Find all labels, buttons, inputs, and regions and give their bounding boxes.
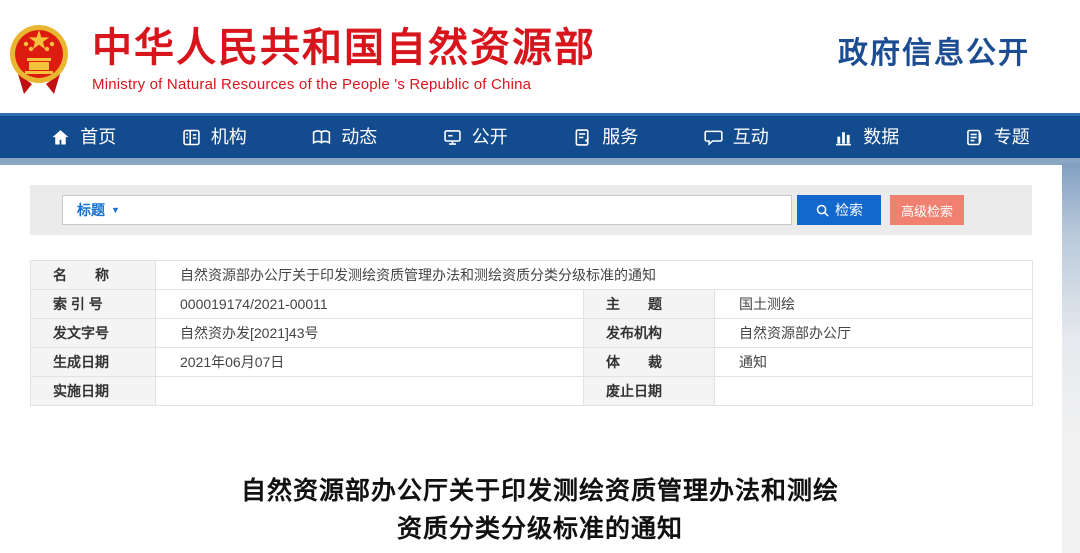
nav-item-label: 数据 [863,127,900,147]
meta-label-name: 名 称 [30,260,156,290]
nav-bottom-strip [0,158,1080,165]
nav-item-news[interactable]: 动态 [311,127,377,148]
page-section-title: 政府信息公开 [838,36,1030,70]
search-field-selector-label: 标题 [77,202,105,218]
meta-value-doc-number: 自然资办发[2021]43号 [155,318,584,348]
nav-item-topics[interactable]: 专题 [964,127,1030,148]
interaction-chat-icon [704,130,723,146]
meta-value-repeal-date [714,376,1033,406]
advanced-search-button[interactable]: 高级检索 [890,195,964,225]
table-row: 名 称 自然资源部办公厅关于印发测绘资质管理办法和测绘资质分类分级标准的通知 [30,260,1033,290]
topics-journal-icon [966,129,982,145]
chevron-down-icon: ▼ [111,205,120,215]
document-title: 自然资源部办公厅关于印发测绘资质管理办法和测绘 资质分类分级标准的通知 [0,472,1080,548]
nav-item-label: 动态 [341,127,378,147]
meta-label-issuing-agency: 发布机构 [583,318,715,348]
organization-icon [183,129,200,145]
nav-item-service[interactable]: 服务 [572,127,638,148]
meta-value-name: 自然资源部办公厅关于印发测绘资质管理办法和测绘资质分类分级标准的通知 [155,260,1033,290]
meta-value-genre: 通知 [714,347,1033,377]
nav-item-label: 服务 [602,127,639,147]
meta-label-genre: 体 裁 [583,347,715,377]
service-document-icon [575,128,590,146]
news-book-icon [313,129,331,144]
site-header: 中华人民共和国自然资源部 Ministry of Natural Resourc… [0,0,1080,113]
page-edge-gradient [1062,163,1080,553]
nav-item-organization[interactable]: 机构 [181,127,247,148]
document-metadata-table: 名 称 自然资源部办公厅关于印发测绘资质管理办法和测绘资质分类分级标准的通知 索… [30,260,1033,406]
search-icon [816,204,829,217]
table-row: 发文字号 自然资办发[2021]43号 发布机构 自然资源部办公厅 [30,318,1033,348]
search-input[interactable]: 标题 ▼ [62,195,792,225]
meta-label-repeal-date: 废止日期 [583,376,715,406]
search-field-selector[interactable]: 标题 ▼ [77,200,120,220]
nav-item-label: 机构 [210,127,247,147]
meta-label-created-date: 生成日期 [30,347,156,377]
nav-item-disclosure[interactable]: 公开 [442,127,508,148]
site-subtitle: Ministry of Natural Resources of the Peo… [92,76,532,93]
meta-value-subject: 国土测绘 [714,289,1033,319]
search-button[interactable]: 检索 [797,195,881,225]
table-row: 生成日期 2021年06月07日 体 裁 通知 [30,347,1033,377]
nav-item-interaction[interactable]: 互动 [703,127,769,148]
meta-label-index-no: 索 引 号 [30,289,156,319]
disclosure-monitor-icon [444,129,461,145]
document-title-line2: 资质分类分级标准的通知 [396,515,683,543]
site-title-block: 中华人民共和国自然资源部 Ministry of Natural Resourc… [92,20,596,93]
document-title-line1: 自然资源部办公厅关于印发测绘资质管理办法和测绘 [240,477,839,505]
meta-value-created-date: 2021年06月07日 [155,347,584,377]
nav-item-data[interactable]: 数据 [833,127,899,148]
meta-label-effective-date: 实施日期 [30,376,156,406]
home-icon [52,129,69,144]
data-chart-icon [836,131,852,145]
meta-label-subject: 主 题 [583,289,715,319]
site-title: 中华人民共和国自然资源部 [92,26,596,70]
nav-item-label: 公开 [471,127,508,147]
nav-item-label: 互动 [732,127,769,147]
national-emblem-logo [10,24,68,94]
meta-value-issuing-agency: 自然资源部办公厅 [714,318,1033,348]
meta-value-effective-date [155,376,584,406]
nav-item-label: 专题 [993,127,1030,147]
meta-label-doc-number: 发文字号 [30,318,156,348]
nav-item-home[interactable]: 首页 [50,127,116,148]
table-row: 实施日期 废止日期 [30,376,1033,406]
search-button-label: 检索 [835,202,863,218]
table-row: 索 引 号 000019174/2021-00011 主 题 国土测绘 [30,289,1033,319]
search-bar: 标题 ▼ 检索 高级检索 [30,185,1032,235]
nav-item-label: 首页 [80,127,117,147]
meta-value-index-no: 000019174/2021-00011 [155,289,584,319]
main-navigation: 首页 机构 动态 公开 服务 互动 数据 专题 [0,113,1080,158]
